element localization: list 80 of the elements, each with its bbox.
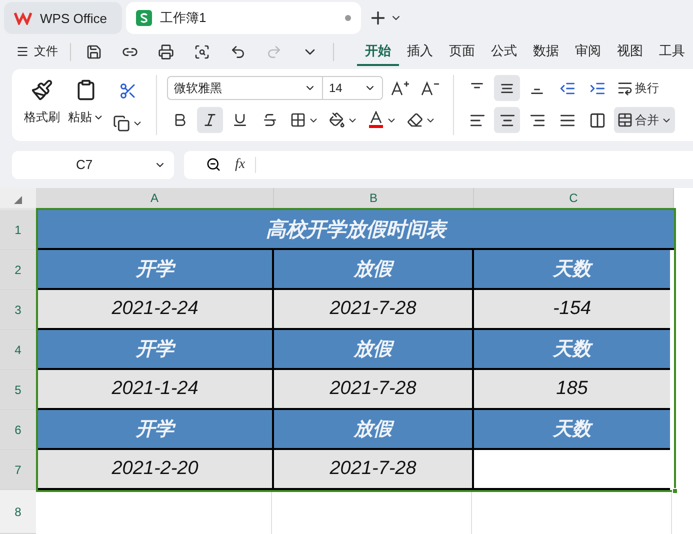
wrap-text-button[interactable]: 换行: [614, 75, 662, 102]
row-header[interactable]: 6: [0, 410, 36, 450]
row-header[interactable]: 1: [0, 210, 36, 250]
font-color-icon: [368, 111, 384, 130]
select-all-icon: [14, 196, 22, 204]
scissors-icon: [119, 82, 137, 100]
ribbon-tab[interactable]: 页面: [441, 38, 483, 66]
ribbon-tab[interactable]: 开始: [357, 38, 399, 66]
align-button[interactable]: [494, 75, 520, 102]
grow-font-icon: [391, 80, 409, 96]
table-cell: 185: [474, 370, 670, 410]
table-cell: 开学: [38, 250, 274, 290]
font-name-select[interactable]: 微软雅黑: [167, 76, 323, 100]
zoom-out-icon: [206, 157, 221, 172]
table-cell: -154: [474, 290, 670, 330]
copy-icon: [113, 115, 130, 132]
name-box[interactable]: C7: [12, 150, 174, 179]
eraser-icon: [407, 112, 423, 128]
merge-cells-icon: [617, 112, 633, 128]
table-cell: 2021-2-20: [38, 450, 274, 490]
table-cell: 天数: [474, 250, 670, 290]
function-label: fx: [235, 156, 256, 173]
wrap-text-icon: [617, 80, 633, 96]
save-icon: [86, 44, 102, 60]
printer-icon: [158, 44, 174, 60]
distributed-icon: [588, 112, 606, 129]
column-header[interactable]: A: [36, 188, 274, 208]
ribbon-tab[interactable]: 数据: [525, 38, 567, 66]
table-cell: 2021-7-28: [274, 290, 474, 330]
column-header[interactable]: C: [474, 188, 674, 208]
vertical-align-icon: [501, 82, 513, 94]
table-cell: 2021-2-24: [38, 290, 274, 330]
fill-handle[interactable]: [672, 488, 678, 494]
redo-icon: [266, 44, 282, 60]
ribbon-tab[interactable]: 插入: [399, 38, 441, 66]
shrink-font-icon: [421, 80, 439, 96]
table-cell: 2021-7-28: [274, 370, 474, 410]
table-cell: 2021-7-28: [274, 450, 474, 490]
ribbon-tab[interactable]: 工具: [651, 38, 693, 66]
undo-icon: [230, 44, 246, 60]
search-icon: [194, 44, 210, 60]
row-header[interactable]: 2: [0, 250, 36, 290]
merge-button[interactable]: 合并: [614, 107, 675, 134]
row-header[interactable]: 4: [0, 330, 36, 370]
table-cell: 天数: [474, 410, 670, 450]
paint-bucket-icon: [329, 112, 345, 128]
table-cell: 放假: [274, 410, 474, 450]
table-title: 高校开学放假时间表: [38, 210, 674, 250]
row-header[interactable]: 5: [0, 370, 36, 410]
ribbon-tab[interactable]: 审阅: [567, 38, 609, 66]
align-button[interactable]: [494, 107, 520, 134]
table-cell: 2021-1-24: [38, 370, 274, 410]
formula-field[interactable]: fx: [184, 150, 693, 179]
row-header[interactable]: 8: [0, 490, 36, 534]
paintbrush-icon: [31, 79, 53, 102]
grid-icon: [290, 112, 306, 128]
italic-icon: [202, 112, 218, 128]
table-cell: 放假: [274, 250, 474, 290]
ribbon-tab[interactable]: 公式: [483, 38, 525, 66]
format-painter-button[interactable]: 格式刷: [22, 75, 62, 136]
font-size-select[interactable]: 14: [323, 76, 383, 100]
column-header[interactable]: B: [274, 188, 474, 208]
ribbon-tab[interactable]: 视图: [609, 38, 651, 66]
table-cell: 放假: [274, 330, 474, 370]
format-button[interactable]: [197, 107, 223, 134]
table-cell: 天数: [474, 330, 670, 370]
document-tab[interactable]: 工作簿1: [126, 2, 361, 34]
wps-logo-icon: [14, 11, 32, 26]
file-menu[interactable]: 文件: [14, 41, 60, 62]
row-header[interactable]: 7: [0, 450, 36, 490]
underline-icon: [232, 112, 248, 128]
table-cell: 开学: [38, 330, 274, 370]
menu-icon: [16, 45, 29, 58]
table-cell: 开学: [38, 410, 274, 450]
clipboard-icon: [75, 79, 97, 102]
paste-button[interactable]: 粘贴: [66, 75, 106, 136]
document-tab[interactable]: WPS Office: [4, 2, 122, 34]
strikethrough-icon: [262, 112, 278, 128]
spreadsheet-logo-icon: [136, 10, 152, 26]
row-header[interactable]: 3: [0, 290, 36, 330]
